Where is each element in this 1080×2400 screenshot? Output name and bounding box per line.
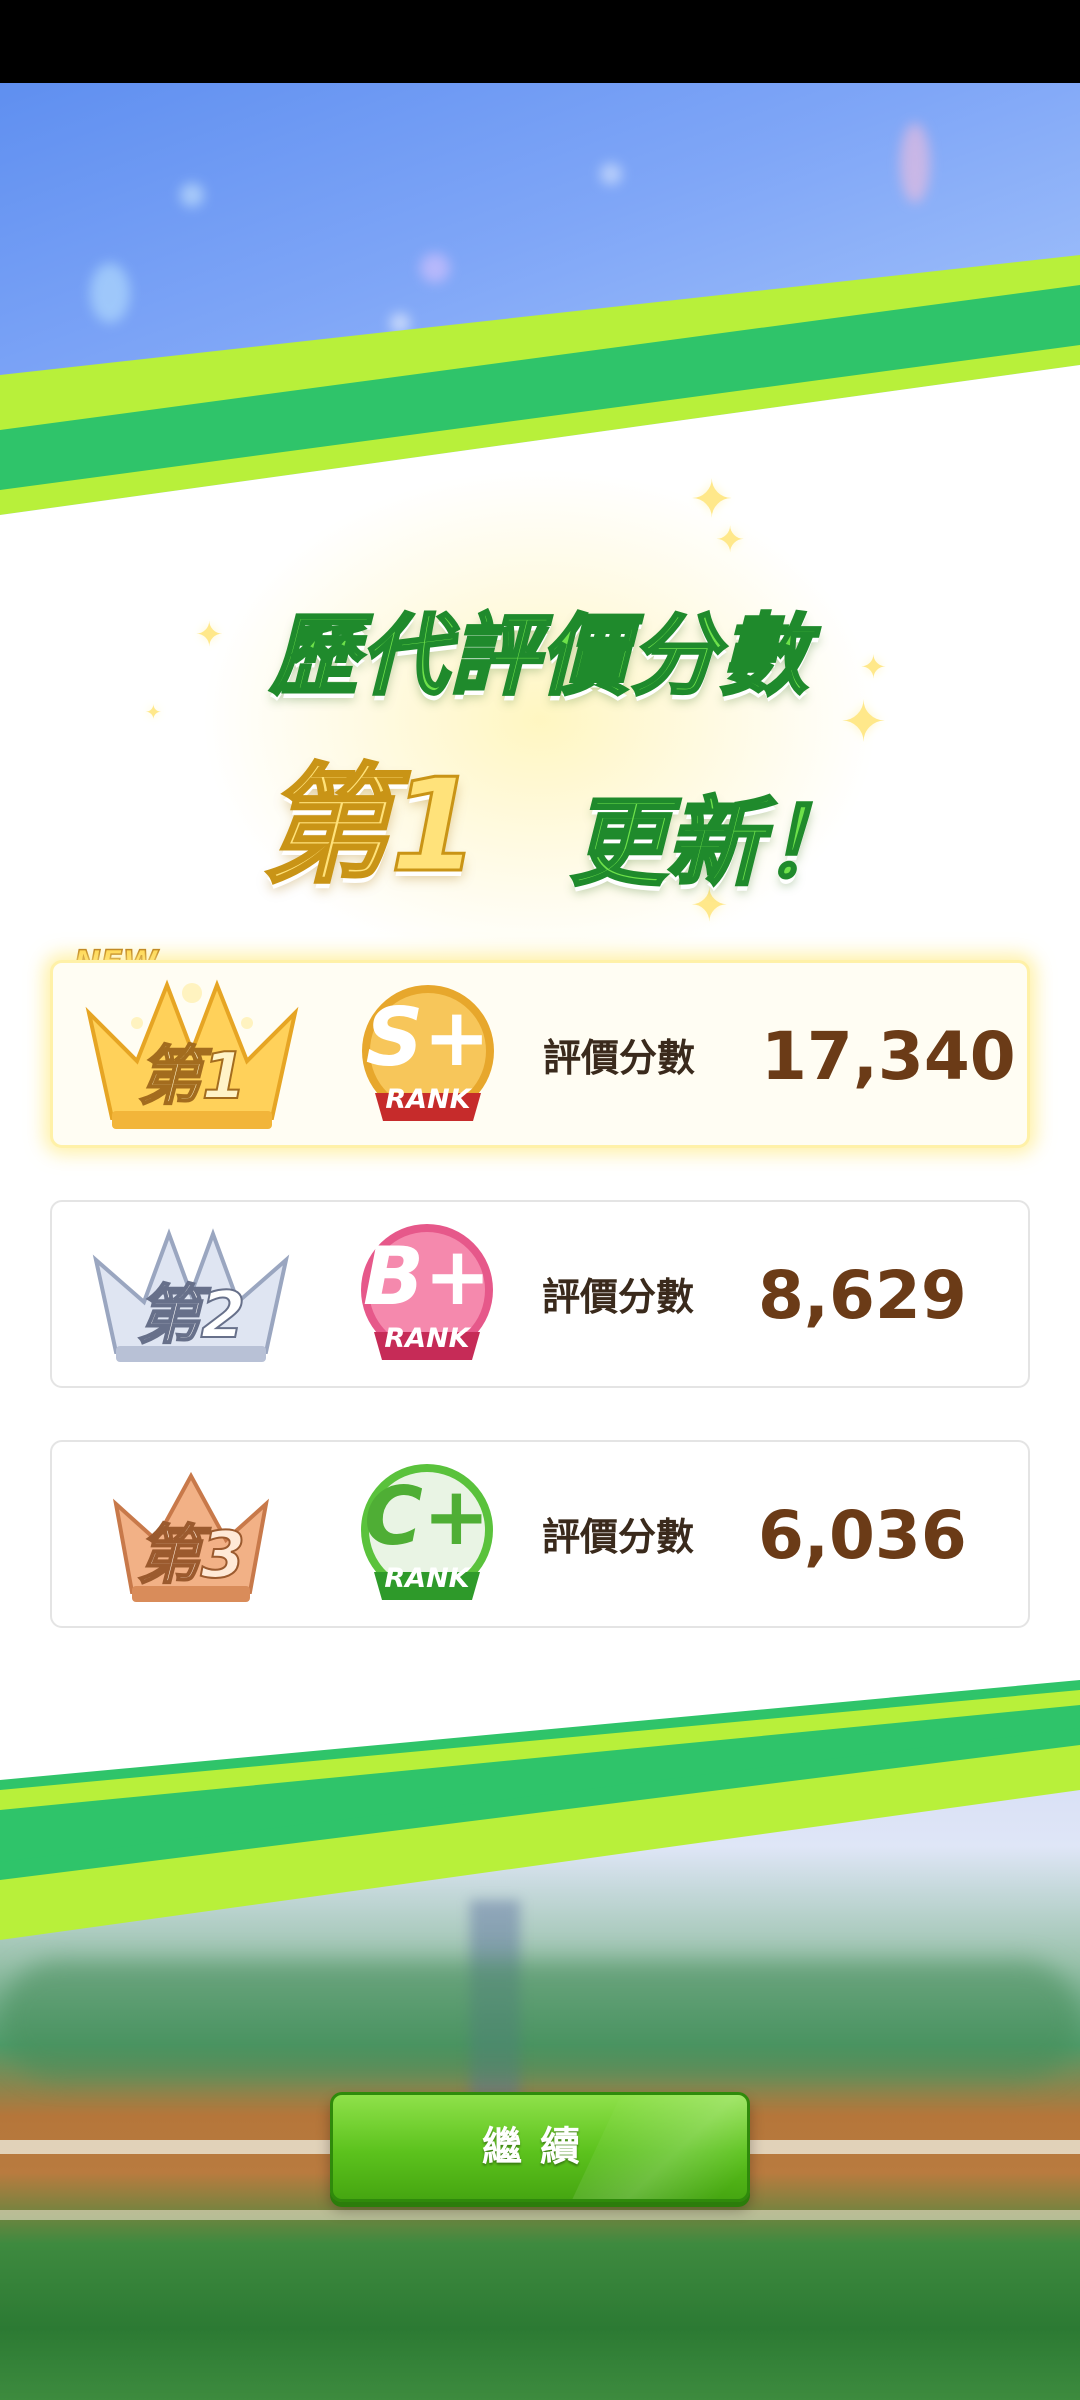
title-rank-number: 第1 [260, 751, 480, 903]
score-value: 17,340 [761, 1018, 1016, 1095]
score-label: 評價分數 [542, 1515, 695, 1559]
score-value: 6,036 [758, 1497, 967, 1574]
rank-label: 第3 [136, 1518, 247, 1594]
score-label: 評價分數 [542, 1275, 695, 1319]
grade-letter: B+ [362, 1230, 491, 1323]
continue-button[interactable]: 繼續 [330, 2092, 750, 2202]
grade-letter: C+ [364, 1470, 490, 1563]
grade-ribbon: RANK [385, 1084, 471, 1115]
grade-ribbon: RANK [384, 1323, 470, 1354]
grade-letter: S+ [365, 991, 491, 1084]
continue-button-label: 繼續 [482, 2124, 598, 2170]
grade-ribbon: RANK [384, 1563, 470, 1594]
score-value: 8,629 [758, 1257, 967, 1334]
bronze-crown-icon: 第3 [66, 1442, 316, 1630]
page-title: 歷代評價分數 [268, 603, 810, 709]
rank-label: 第1 [137, 1039, 248, 1115]
b-plus-rank-medal-icon: B+ RANK [352, 1222, 502, 1372]
score-label: 評價分數 [543, 1036, 696, 1080]
gold-crown-icon: 第1 [67, 963, 317, 1151]
c-plus-rank-medal-icon: C+ RANK [352, 1462, 502, 1612]
s-plus-rank-medal-icon: S+ RANK [353, 983, 503, 1133]
rank-label: 第2 [136, 1278, 247, 1354]
silver-crown-icon: 第2 [66, 1202, 316, 1390]
ranking-card-1: 第1 S+ RANK 評價分數 17,340 [50, 960, 1030, 1148]
ranking-card-2: 第2 B+ RANK 評價分數 8,629 [50, 1200, 1030, 1388]
title-update-text: 更新！ [569, 786, 860, 901]
ranking-card-3: 第3 C+ RANK 評價分數 6,036 [50, 1440, 1030, 1628]
sparkle-icon: ✦ [715, 520, 746, 561]
